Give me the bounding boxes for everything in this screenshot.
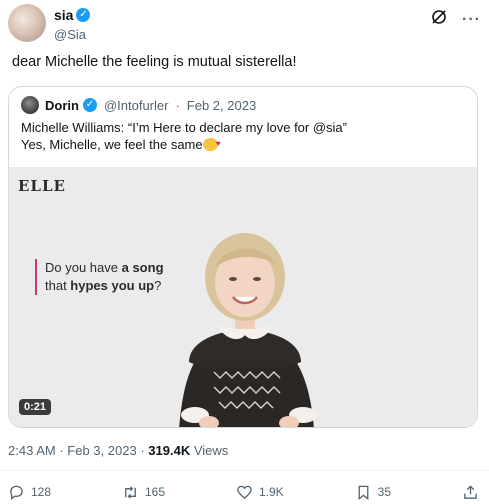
quoted-text: Michelle Williams: “I’m Here to declare … — [21, 119, 461, 153]
author-display-name[interactable]: sia — [54, 7, 73, 23]
quoted-text-line2-wrap: Yes, Michelle, we feel the same — [21, 135, 461, 153]
meta-separator1: · — [59, 443, 64, 458]
tweet-meta: 2:43 AM · Feb 3, 2023 · 319.4K Views — [8, 443, 228, 458]
views-count[interactable]: 319.4K — [148, 443, 190, 458]
tweet: sia ✓ @Sia ··· dear Michelle the feeling… — [0, 0, 489, 504]
action-bar: 128 165 1.9K 35 — [8, 482, 479, 502]
tweet-text: dear Michelle the feeling is mutual sist… — [12, 54, 297, 70]
grok-icon[interactable] — [430, 8, 448, 31]
meta-separator2: · — [140, 443, 145, 458]
quoted-text-line1: Michelle Williams: “I’m Here to declare … — [21, 120, 347, 135]
quoted-separator: · — [175, 97, 180, 113]
bookmark-icon — [358, 485, 369, 500]
reply-count: 128 — [31, 485, 52, 499]
caption-line2: that hypes you up? — [45, 277, 164, 295]
quoted-display-name: Dorin — [45, 97, 79, 113]
share-button[interactable] — [462, 484, 479, 501]
video-duration-badge: 0:21 — [19, 399, 52, 415]
tweet-time[interactable]: 2:43 AM — [8, 443, 56, 458]
repost-icon — [125, 485, 136, 499]
more-icon[interactable]: ··· — [462, 11, 481, 27]
reply-button[interactable]: 128 — [8, 484, 51, 501]
display-name-row: sia ✓ — [54, 6, 91, 24]
quoted-avatar — [21, 96, 39, 114]
author-names: sia ✓ @Sia — [54, 6, 91, 42]
reply-icon — [10, 485, 23, 500]
like-count: 1.9K — [259, 485, 284, 499]
quoted-date: Feb 2, 2023 — [186, 97, 257, 113]
quoted-tweet[interactable]: Dorin ✓ @Intofurler · Feb 2, 2023 Michel… — [8, 86, 478, 428]
caption-bold1: a song — [121, 260, 164, 275]
caption-part1: Do you have — [45, 260, 122, 275]
quoted-verified-badge-icon: ✓ — [82, 98, 97, 112]
elle-brand-logo: ELLE — [18, 177, 66, 195]
author-avatar[interactable] — [8, 4, 46, 42]
repost-count: 165 — [145, 485, 166, 499]
caption-bold2: hypes you up — [70, 278, 155, 293]
header-actions: ··· — [430, 8, 481, 31]
verified-badge-icon: ✓ — [76, 8, 91, 22]
repost-button[interactable]: 165 — [122, 484, 165, 501]
views-label: Views — [193, 443, 229, 458]
bookmark-count: 35 — [377, 485, 392, 499]
video-frame-person — [9, 167, 477, 427]
share-icon — [464, 484, 477, 499]
heart-icon — [237, 485, 252, 499]
video-player[interactable]: ELLE Do you have a song that hypes you u… — [9, 167, 477, 427]
video-caption: Do you have a song that hypes you up? — [35, 259, 164, 295]
tweet-date[interactable]: Feb 3, 2023 — [67, 443, 136, 458]
quoted-handle: @Intofurler — [103, 97, 169, 113]
tweet-header: sia ✓ @Sia ··· — [8, 4, 481, 42]
caption-part2: that — [45, 278, 71, 293]
quoted-header: Dorin ✓ @Intofurler · Feb 2, 2023 — [21, 96, 256, 114]
like-button[interactable]: 1.9K — [236, 484, 284, 501]
bookmark-button[interactable]: 35 — [355, 484, 391, 501]
quoted-text-line2: Yes, Michelle, we feel the same — [21, 137, 203, 152]
divider — [0, 470, 489, 471]
caption-end: ? — [154, 278, 162, 293]
author-handle[interactable]: @Sia — [54, 27, 90, 42]
smiling-face-with-hearts-icon — [202, 135, 221, 152]
caption-line1: Do you have a song — [45, 259, 164, 277]
